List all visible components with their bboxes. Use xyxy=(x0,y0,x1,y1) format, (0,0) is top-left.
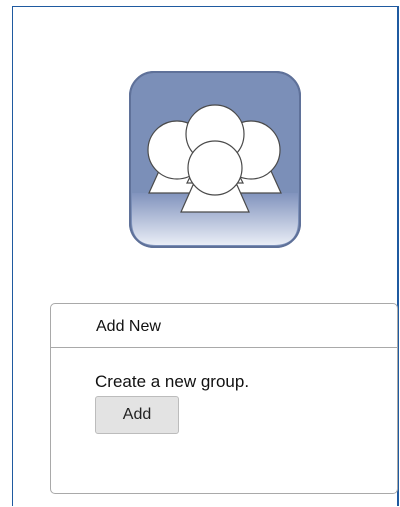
panel-description: Create a new group. xyxy=(95,372,250,391)
panel-title: Add New xyxy=(51,304,397,348)
group-icon xyxy=(129,71,301,248)
add-new-panel: Add New Create a new group. Add xyxy=(50,303,398,494)
add-button[interactable]: Add xyxy=(95,396,179,434)
panel-body: Create a new group. Add xyxy=(51,348,397,434)
page-frame: Add New Create a new group. Add xyxy=(12,6,399,506)
